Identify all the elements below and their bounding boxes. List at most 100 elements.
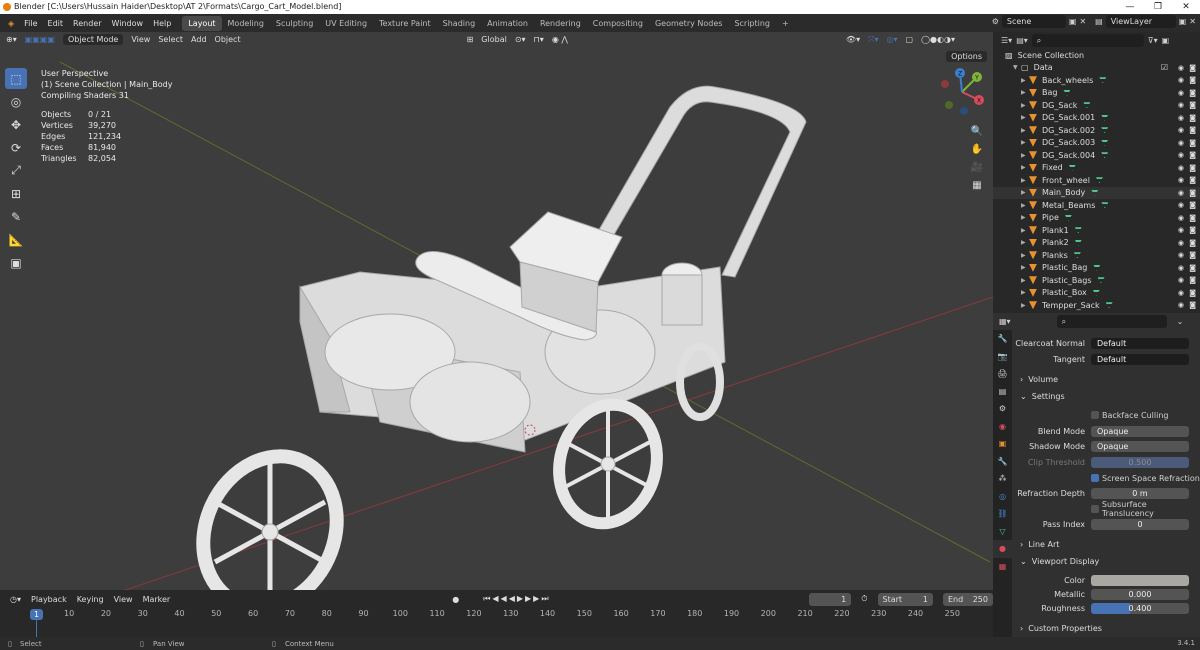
menu-edit[interactable]: Edit <box>43 19 69 28</box>
viewport-menu-select[interactable]: Select <box>158 35 183 44</box>
clock-icon[interactable]: ⏱ <box>861 594 867 604</box>
tab-texture-paint[interactable]: Texture Paint <box>373 16 437 31</box>
checkbox-icon[interactable]: ☑ <box>1161 63 1168 72</box>
properties-search-input[interactable]: ⌕ <box>1056 315 1167 328</box>
expand-icon[interactable]: ▶ <box>1021 277 1029 284</box>
camera-icon[interactable]: ◙ <box>1189 189 1196 197</box>
outliner-item[interactable]: ▶ Bag ◉ ◙ <box>993 87 1200 100</box>
eye-icon[interactable]: ◉ <box>1178 276 1184 284</box>
data-tab-icon[interactable]: ▽ <box>993 523 1012 541</box>
pivot-icon[interactable]: ⊙▾ <box>515 35 526 44</box>
tab-shading[interactable]: Shading <box>437 16 482 31</box>
tab-sculpting[interactable]: Sculpting <box>270 16 319 31</box>
camera-view-icon[interactable]: 🎥 <box>968 158 986 176</box>
scene-collection-row[interactable]: ▨ Scene Collection <box>993 49 1200 62</box>
pass-index-field[interactable]: 0 <box>1091 518 1189 530</box>
view-layer-tab-icon[interactable]: ▤ <box>993 383 1012 401</box>
properties-editor-icon[interactable]: ▦▾ <box>999 317 1011 326</box>
outliner-item[interactable]: ▶ Fixed ◉ ◙ <box>993 162 1200 175</box>
object-tab-icon[interactable]: ▣ <box>993 435 1012 453</box>
tab-geometry-nodes[interactable]: Geometry Nodes <box>649 16 728 31</box>
expand-icon[interactable]: ▶ <box>1021 252 1029 259</box>
menu-window[interactable]: Window <box>107 19 149 28</box>
material-tab-icon[interactable]: ● <box>993 540 1012 558</box>
viewport-menu-view[interactable]: View <box>131 35 150 44</box>
outliner-item[interactable]: ▶ DG_Sack.003 ◉ ◙ <box>993 137 1200 150</box>
eye-icon[interactable]: ◉ <box>1178 114 1184 122</box>
options-dropdown[interactable]: Options <box>946 51 987 62</box>
blender-menu-icon[interactable]: ◈ <box>0 19 19 28</box>
select-box-tool-icon[interactable]: ⬚ <box>5 68 27 89</box>
menu-help[interactable]: Help <box>148 19 176 28</box>
outliner-item[interactable]: ▶ Main_Body ◉ ◙ <box>993 186 1200 199</box>
timeline-menu-playback[interactable]: Playback <box>31 595 67 604</box>
eye-icon[interactable]: ◉ <box>1178 264 1184 272</box>
ssr-checkbox[interactable]: Screen Space Refraction <box>1091 474 1200 483</box>
expand-icon[interactable]: ▶ <box>1021 177 1029 184</box>
eye-icon[interactable]: ◉ <box>1178 214 1184 222</box>
camera-icon[interactable]: ◙ <box>1189 201 1196 209</box>
expand-icon[interactable]: ▶ <box>1021 127 1029 134</box>
roughness-slider[interactable]: 0.400 <box>1091 602 1189 614</box>
eye-icon[interactable]: ◉ <box>1178 164 1184 172</box>
snap-icon[interactable]: ⊓▾ <box>534 35 544 44</box>
move-tool-icon[interactable]: ✥ <box>5 114 27 135</box>
timeline-menu-marker[interactable]: Marker <box>143 595 171 604</box>
eye-icon[interactable]: ◉ <box>1178 76 1184 84</box>
add-workspace-button[interactable]: + <box>776 16 795 31</box>
camera-icon[interactable]: ◙ <box>1189 264 1196 272</box>
expand-icon[interactable]: ▶ <box>1021 214 1029 221</box>
eye-icon[interactable]: ◉ <box>1178 139 1184 147</box>
panel-line-art[interactable]: › Line Art <box>1013 537 1200 551</box>
timeline-ruler[interactable]: 10 20 30 40 50 60 70 80 90 100 110 120 130 140 150 160 1… <box>0 609 993 621</box>
metallic-slider[interactable]: 0.000 <box>1091 588 1189 600</box>
eye-icon[interactable]: ◉ <box>1178 226 1184 234</box>
outliner-editor-icon[interactable]: ☰▾ <box>1001 36 1012 45</box>
expand-icon[interactable]: ▶ <box>1021 302 1029 309</box>
outliner-search-input[interactable]: ⌕ <box>1031 34 1144 47</box>
outliner-item[interactable]: ▶ Plank1 ◉ ◙ <box>993 224 1200 237</box>
physics-tab-icon[interactable]: ◎ <box>993 488 1012 506</box>
minimize-button[interactable]: — <box>1116 0 1144 14</box>
eye-icon[interactable]: ◉ <box>1178 126 1184 134</box>
close-button[interactable]: ✕ <box>1172 0 1200 14</box>
expand-icon[interactable]: ▶ <box>1021 102 1029 109</box>
world-tab-icon[interactable]: ◉ <box>993 418 1012 436</box>
camera-icon[interactable]: ◙ <box>1189 289 1196 297</box>
expand-icon[interactable]: ▶ <box>1021 202 1029 209</box>
tool-tab-icon[interactable]: 🔧 <box>993 330 1012 348</box>
eye-icon[interactable]: ◉ <box>1178 101 1184 109</box>
new-scene-icon[interactable]: ▣ <box>1069 17 1077 26</box>
clip-threshold-field[interactable]: 0.500 <box>1091 456 1189 468</box>
eye-icon[interactable]: ◉ <box>1178 239 1184 247</box>
camera-icon[interactable]: ◙ <box>1189 151 1196 159</box>
outliner-item[interactable]: ▶ Tempper_Sack ◉ ◙ <box>993 299 1200 312</box>
annotate-tool-icon[interactable]: ✎ <box>5 206 27 227</box>
expand-icon[interactable]: ▶ <box>1021 164 1029 171</box>
menu-render[interactable]: Render <box>68 19 106 28</box>
navigation-gizmo[interactable]: X Y Z <box>937 67 987 117</box>
blend-mode-dropdown[interactable]: Opaque <box>1091 425 1189 437</box>
outliner-item[interactable]: ▶ Planks ◉ ◙ <box>993 249 1200 262</box>
tab-rendering[interactable]: Rendering <box>534 16 587 31</box>
camera-icon[interactable]: ◙ <box>1189 76 1196 84</box>
display-mode-icon[interactable]: ▤▾ <box>1016 36 1028 45</box>
maximize-button[interactable]: ❐ <box>1144 0 1172 14</box>
expand-icon[interactable]: ▶ <box>1021 227 1029 234</box>
xray-icon[interactable]: ▢ <box>906 35 914 44</box>
camera-icon[interactable]: ◙ <box>1189 139 1196 147</box>
expand-icon[interactable]: ▶ <box>1021 264 1029 271</box>
eye-icon[interactable]: ◉ <box>1178 301 1184 309</box>
outliner-item[interactable]: ▶ Front_wheel ◉ ◙ <box>993 174 1200 187</box>
expand-icon[interactable]: ▶ <box>1021 189 1029 196</box>
view-layer-icon[interactable]: ▤ <box>1095 17 1103 26</box>
filter-icon[interactable]: ⊽▾ <box>1148 36 1158 45</box>
eye-icon[interactable]: ◉ <box>1178 64 1184 72</box>
outliner-item[interactable]: ▶ DG_Sack.001 ◉ ◙ <box>993 112 1200 125</box>
outliner-item[interactable]: ▶ DG_Sack.004 ◉ ◙ <box>993 149 1200 162</box>
tab-modeling[interactable]: Modeling <box>222 16 270 31</box>
orientation-dropdown[interactable]: Global <box>481 35 507 44</box>
new-collection-icon[interactable]: ▣ <box>1162 36 1170 45</box>
delete-view-layer-icon[interactable]: ✕ <box>1189 17 1196 26</box>
camera-icon[interactable]: ◙ <box>1189 239 1196 247</box>
